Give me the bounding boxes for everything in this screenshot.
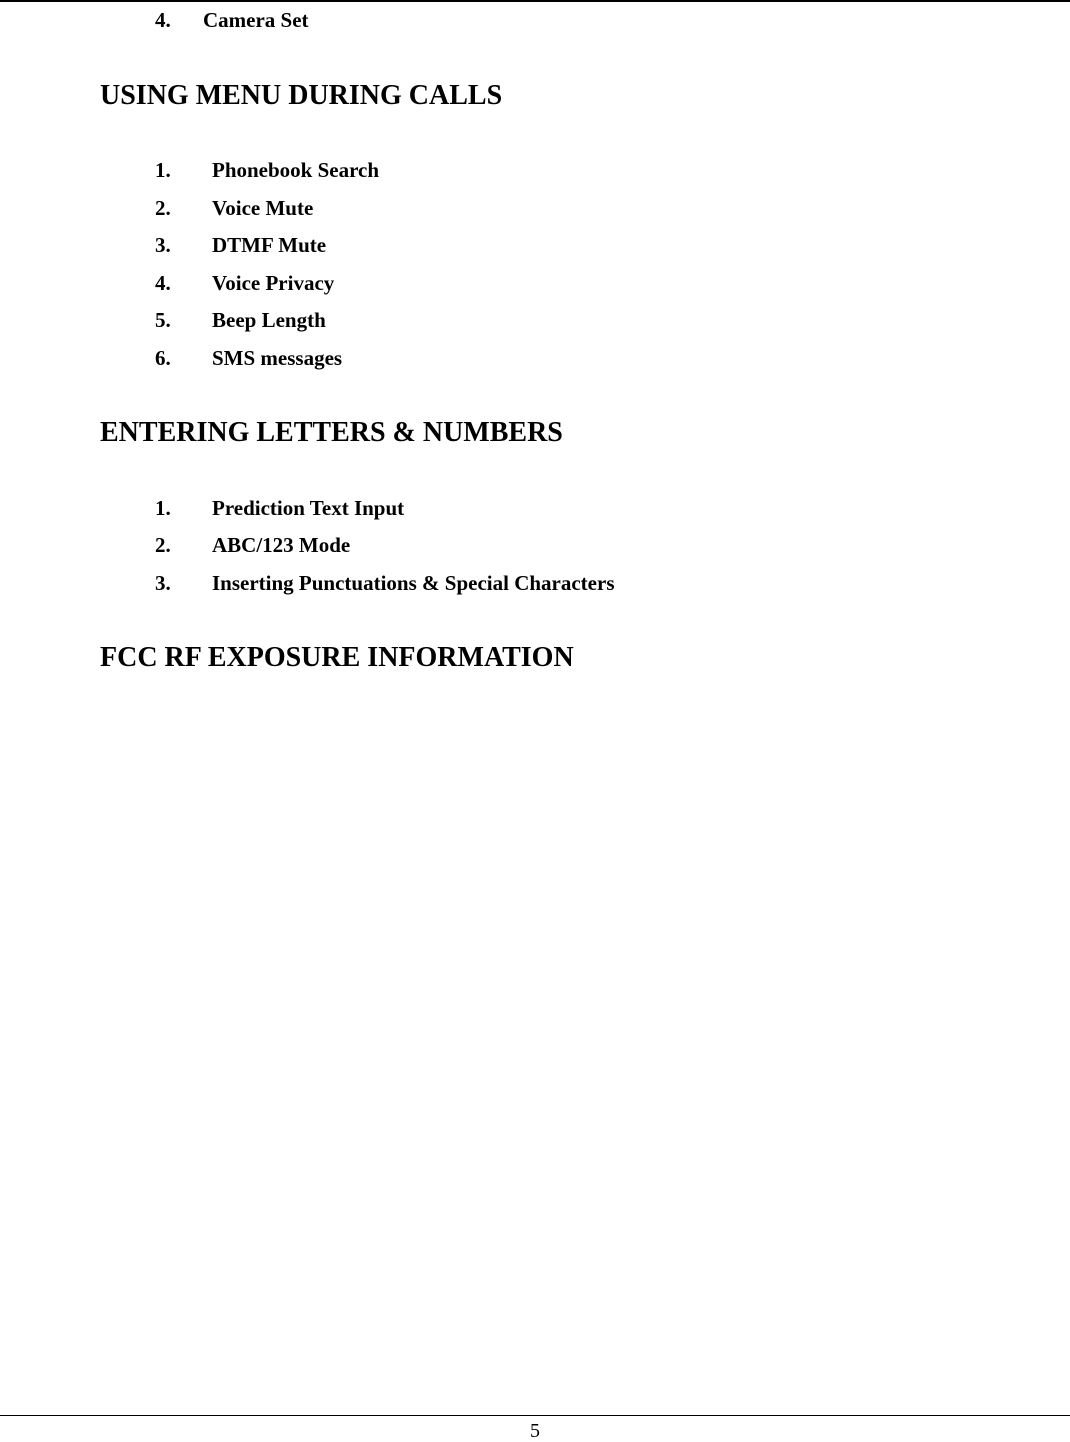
footer-rule (0, 1415, 1070, 1416)
list-item-label: ABC/123 Mode (212, 533, 351, 557)
list-item-number: 4. (155, 8, 171, 32)
list-item-number: 5. (155, 308, 171, 332)
top-rule (0, 0, 1070, 2)
list-item-label: Voice Mute (212, 196, 314, 220)
list-item-number: 1. (155, 496, 171, 520)
list-item-label: SMS messages (212, 346, 343, 370)
list-item-number: 4. (155, 271, 171, 295)
list-item-number: 2. (155, 196, 171, 220)
list-item-label: Voice Privacy (212, 271, 335, 295)
list-item-number: 6. (155, 346, 171, 370)
section-heading-entering-letters-numbers: ENTERING LETTERS & NUMBERS (100, 417, 563, 448)
list-item-label: DTMF Mute (212, 233, 327, 257)
section-heading-fcc-rf-exposure: FCC RF EXPOSURE INFORMATION (100, 642, 574, 673)
list-item-label: Prediction Text Input (212, 496, 405, 520)
list-item-label: Camera Set (203, 8, 309, 32)
list-item-label: Phonebook Search (212, 158, 380, 182)
list-item-number: 3. (155, 571, 171, 595)
list-item-label: Beep Length (212, 308, 326, 332)
section-heading-using-menu-during-calls: USING MENU DURING CALLS (100, 80, 503, 111)
list-item-number: 2. (155, 533, 171, 557)
list-item-number: 3. (155, 233, 171, 257)
list-item-number: 1. (155, 158, 171, 182)
list-item-label: Inserting Punctuations & Special Charact… (212, 571, 615, 595)
